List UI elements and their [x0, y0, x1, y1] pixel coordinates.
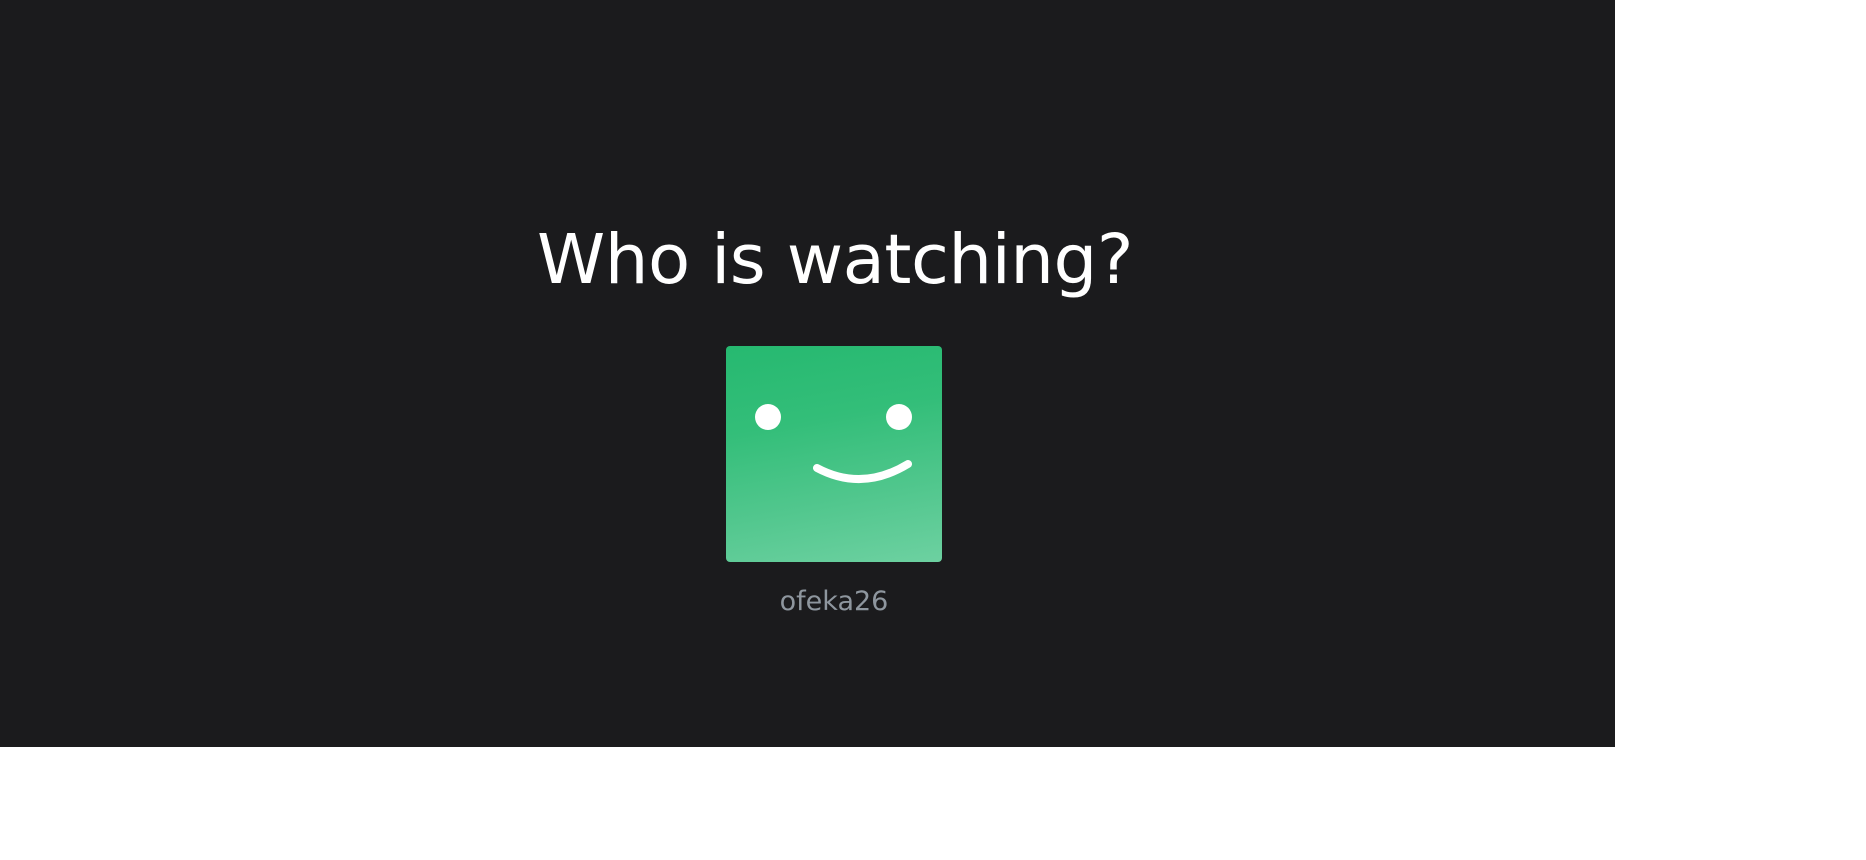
left-eye — [755, 404, 781, 430]
profile-name[interactable]: ofeka26 — [686, 585, 982, 619]
profile-selection-screen: Who is watching? ofeka26 — [0, 0, 1615, 747]
smile-mouth — [813, 460, 912, 484]
right-eye — [886, 404, 912, 430]
profile-avatar[interactable] — [726, 346, 942, 562]
smiley-face-icon — [755, 404, 912, 484]
page-title: Who is watching? — [537, 220, 1133, 300]
